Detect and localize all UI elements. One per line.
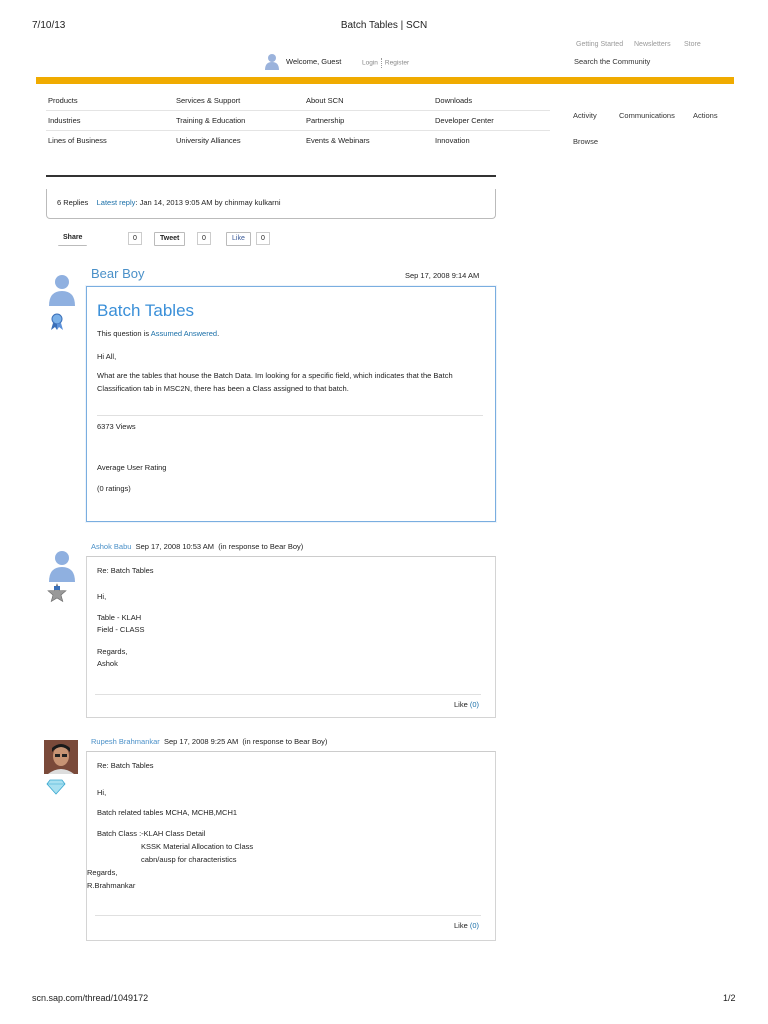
diamond-badge-icon bbox=[46, 779, 66, 795]
divider bbox=[46, 130, 550, 131]
question-status: This question is Assumed Answered. bbox=[97, 327, 485, 340]
reply-like-count[interactable]: (0) bbox=[470, 700, 479, 709]
question-body: What are the tables that house the Batch… bbox=[97, 371, 453, 393]
divider bbox=[46, 175, 496, 177]
bear-boy-avatar[interactable] bbox=[46, 270, 78, 308]
reply-like: Like (0) bbox=[454, 919, 479, 932]
nav-innovation[interactable]: Innovation bbox=[435, 136, 470, 145]
reply-subject: Re: Batch Tables bbox=[97, 761, 154, 770]
reply-author[interactable]: Ashok Babu bbox=[91, 542, 131, 551]
nav-lines-of-business[interactable]: Lines of Business bbox=[48, 136, 107, 145]
brand-bar bbox=[36, 77, 734, 84]
reply-like: Like (0) bbox=[454, 698, 479, 711]
reply-count: 6 Replies bbox=[57, 198, 89, 207]
status-link[interactable]: Assumed Answered bbox=[151, 329, 217, 338]
reply-line: KSSK Material Allocation to Class bbox=[141, 842, 254, 851]
reply-line: Hi, bbox=[97, 788, 107, 797]
divider bbox=[46, 110, 550, 111]
reply-line: R.Brahmankar bbox=[87, 881, 136, 890]
search-community-label[interactable]: Search the Community bbox=[574, 57, 650, 66]
share-count: 0 bbox=[128, 232, 142, 245]
reply-like-button[interactable]: Like bbox=[454, 921, 468, 930]
nav-about-scn[interactable]: About SCN bbox=[306, 96, 344, 105]
store-link[interactable]: Store bbox=[684, 41, 701, 48]
nav-products[interactable]: Products bbox=[48, 96, 78, 105]
page-number: 1/2 bbox=[723, 993, 736, 1003]
nav-activity[interactable]: Activity bbox=[573, 111, 597, 120]
thread-info-box: 6 Replies Latest reply: Jan 14, 2013 9:0… bbox=[46, 189, 496, 219]
footer-url: scn.sap.com/thread/1049172 bbox=[32, 993, 149, 1003]
divider bbox=[95, 915, 481, 916]
register-link[interactable]: Register bbox=[385, 60, 409, 67]
response-to: (in response to Bear Boy) bbox=[242, 737, 328, 746]
reply-line: Regards, bbox=[87, 868, 118, 877]
tweet-count: 0 bbox=[197, 232, 211, 245]
getting-started-link[interactable]: Getting Started bbox=[576, 41, 623, 48]
response-to: (in response to Bear Boy) bbox=[218, 542, 304, 551]
page-title: Batch Tables | SCN bbox=[340, 20, 428, 31]
like-button[interactable]: Like bbox=[226, 232, 251, 246]
reply-date: Sep 17, 2008 10:53 AM bbox=[135, 542, 215, 551]
question-date: Sep 17, 2008 9:14 AM bbox=[405, 271, 480, 280]
welcome-text: Welcome, Guest bbox=[286, 57, 342, 66]
question-box: Batch Tables This question is Assumed An… bbox=[86, 286, 496, 522]
reply-header: Rupesh Brahmankar Sep 17, 2008 9:25 AM (… bbox=[91, 737, 327, 746]
divider bbox=[95, 694, 481, 695]
reply-like-button[interactable]: Like bbox=[454, 700, 468, 709]
login-link[interactable]: Login bbox=[362, 60, 378, 67]
nav-downloads[interactable]: Downloads bbox=[435, 96, 472, 105]
share-label: Share bbox=[58, 232, 88, 246]
reply-author[interactable]: Rupesh Brahmankar bbox=[91, 737, 160, 746]
nav-developer-center[interactable]: Developer Center bbox=[435, 116, 494, 125]
latest-reply-text: : Jan 14, 2013 9:05 AM by chinmay kulkar… bbox=[135, 198, 281, 207]
nav-partnership[interactable]: Partnership bbox=[306, 116, 344, 125]
reply-line: Batch related tables MCHA, MCHB,MCH1 bbox=[97, 808, 238, 817]
reply-line: Batch Class :-KLAH Class Detail bbox=[97, 829, 206, 838]
reply-box: Re: Batch Tables Hi, Table - KLAH Field … bbox=[86, 556, 496, 718]
rupesh-brahmankar-avatar[interactable] bbox=[44, 740, 78, 774]
badge-icon bbox=[51, 313, 63, 330]
reply-line: Hi, bbox=[97, 592, 107, 601]
nav-communications[interactable]: Communications bbox=[619, 111, 675, 120]
rating-count: (0 ratings) bbox=[97, 484, 131, 493]
guest-avatar-icon bbox=[265, 54, 279, 70]
reply-like-count[interactable]: (0) bbox=[470, 921, 479, 930]
status-suffix: . bbox=[217, 329, 220, 338]
nav-university-alliances[interactable]: University Alliances bbox=[176, 136, 241, 145]
view-count: 6373 Views bbox=[97, 422, 136, 431]
latest-reply-link[interactable]: Latest reply bbox=[97, 198, 136, 207]
share-button[interactable]: Share bbox=[58, 232, 88, 246]
nav-industries[interactable]: Industries bbox=[48, 116, 81, 125]
ashok-babu-avatar[interactable] bbox=[46, 546, 78, 584]
nav-events-webinars[interactable]: Events & Webinars bbox=[306, 136, 370, 145]
login-register: Login Register bbox=[362, 58, 409, 68]
question-author[interactable]: Bear Boy bbox=[91, 266, 144, 281]
nav-services-support[interactable]: Services & Support bbox=[176, 96, 240, 105]
reply-header: Ashok Babu Sep 17, 2008 10:53 AM (in res… bbox=[91, 542, 303, 551]
question-title: Batch Tables bbox=[97, 301, 195, 320]
tweet-button[interactable]: Tweet bbox=[154, 232, 186, 246]
newsletters-link[interactable]: Newsletters bbox=[634, 41, 671, 48]
question-greeting: Hi All, bbox=[97, 352, 117, 361]
status-prefix: This question is bbox=[97, 329, 150, 338]
reply-date: Sep 17, 2008 9:25 AM bbox=[163, 737, 239, 746]
star-badge-icon bbox=[47, 583, 67, 603]
reply-line: Ashok bbox=[97, 659, 118, 668]
divider bbox=[380, 58, 382, 68]
nav-actions[interactable]: Actions bbox=[693, 111, 718, 120]
nav-training-education[interactable]: Training & Education bbox=[176, 116, 245, 125]
nav-browse[interactable]: Browse bbox=[573, 137, 598, 146]
reply-line: Field - CLASS bbox=[97, 625, 145, 634]
rating-label: Average User Rating bbox=[97, 463, 167, 472]
like-count: 0 bbox=[256, 232, 270, 245]
divider bbox=[97, 415, 483, 416]
reply-box: Re: Batch Tables Hi, Batch related table… bbox=[86, 751, 496, 941]
reply-subject: Re: Batch Tables bbox=[97, 566, 154, 575]
reply-line: cabn/ausp for characteristics bbox=[141, 855, 237, 864]
